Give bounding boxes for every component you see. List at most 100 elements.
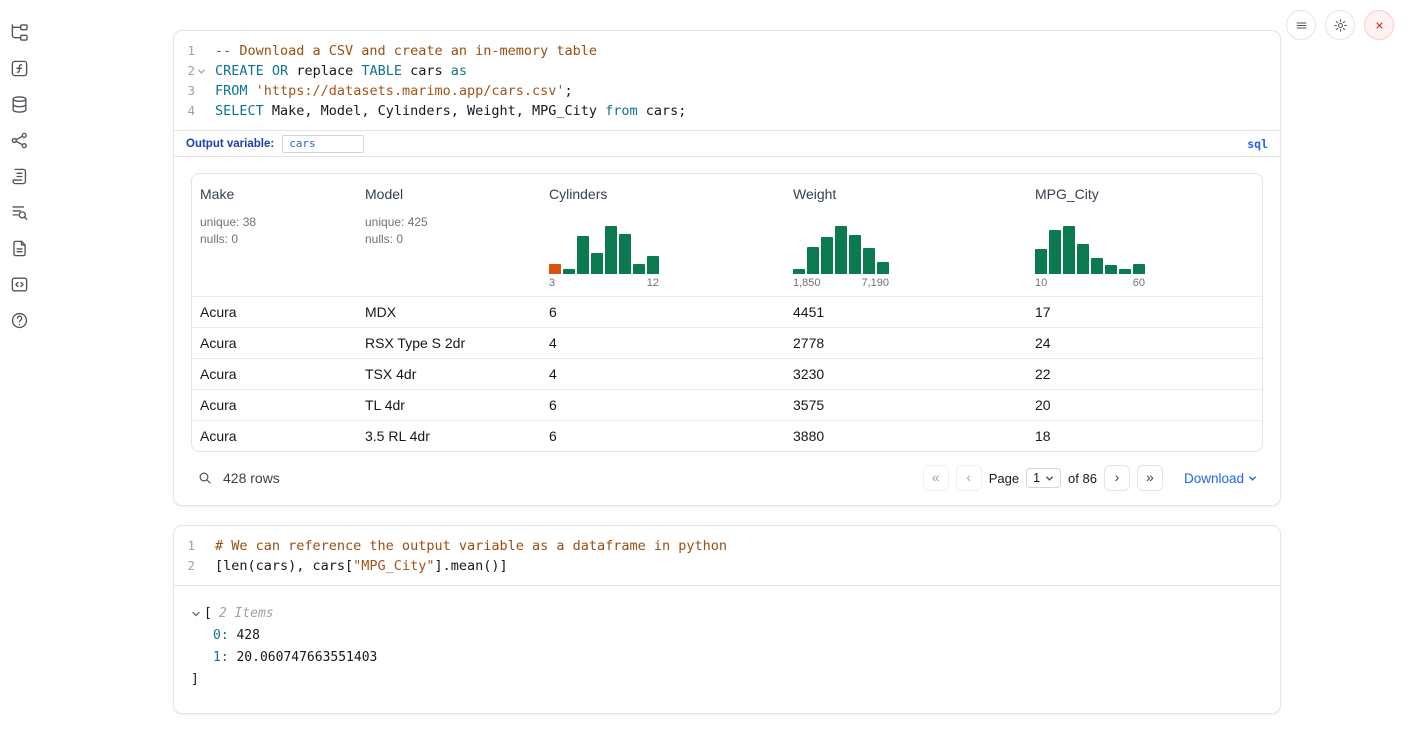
table-body: AcuraMDX6445117AcuraRSX Type S 2dr427782… <box>192 296 1262 451</box>
histogram-bar[interactable] <box>1133 264 1145 274</box>
menu-button[interactable] <box>1286 10 1316 40</box>
table-search-button[interactable] <box>197 470 213 486</box>
histogram-bar[interactable] <box>849 235 861 274</box>
column-summary: unique: 425nulls: 0 <box>365 214 533 248</box>
column-header[interactable]: Makeunique: 38nulls: 0 <box>192 174 357 296</box>
histogram-bar[interactable] <box>605 226 617 274</box>
histogram-bar[interactable] <box>863 248 875 274</box>
next-page-button[interactable]: › <box>1104 465 1130 491</box>
page-select[interactable]: 1 <box>1026 468 1061 488</box>
table-row[interactable]: AcuraTL 4dr6357520 <box>192 389 1262 420</box>
sql-code-editor[interactable]: 1-- Download a CSV and create an in-memo… <box>174 31 1280 130</box>
close-bracket: ] <box>191 669 1263 691</box>
table-row[interactable]: Acura3.5 RL 4dr6388018 <box>192 420 1262 451</box>
table-row[interactable]: AcuraTSX 4dr4323022 <box>192 358 1262 389</box>
sidebar-database-button[interactable] <box>8 92 32 116</box>
table-cell: 6 <box>541 390 785 420</box>
histogram-bar[interactable] <box>647 256 659 274</box>
code-token: CREATE <box>215 63 264 79</box>
code-token: TABLE <box>361 63 402 79</box>
sidebar-logs-search-button[interactable] <box>8 200 32 224</box>
column-label: Model <box>365 186 533 202</box>
column-header[interactable]: Cylinders 312 <box>541 174 785 296</box>
code-content: SELECT Make, Model, Cylinders, Weight, M… <box>208 101 686 121</box>
sidebar-help-button[interactable] <box>8 308 32 332</box>
column-label: Make <box>200 186 349 202</box>
code-content: CREATE OR replace TABLE cars as <box>208 61 467 81</box>
code-token: from <box>605 103 638 119</box>
histogram-bar[interactable] <box>807 247 819 274</box>
code-snippets-icon <box>10 275 29 294</box>
sidebar-dependency-graph-button[interactable] <box>8 128 32 152</box>
function-icon <box>10 59 29 78</box>
histogram-bar[interactable] <box>1077 244 1089 274</box>
histogram-bar[interactable] <box>633 264 645 274</box>
code-token <box>248 83 256 99</box>
histogram-bar[interactable] <box>577 236 589 274</box>
histogram-bar[interactable] <box>1105 265 1117 274</box>
code-token: SELECT <box>215 103 264 119</box>
line-number: 2 <box>174 556 195 576</box>
table-cell: 3.5 RL 4dr <box>357 421 541 451</box>
histogram-bar[interactable] <box>1063 226 1075 274</box>
sidebar-file-tree-button[interactable] <box>8 20 32 44</box>
code-token: ].mean()] <box>434 558 507 574</box>
column-label: Weight <box>793 186 1019 202</box>
code-token: OR <box>272 63 288 79</box>
sidebar-document-button[interactable] <box>8 236 32 260</box>
code-token: [len(cars), cars[ <box>215 558 353 574</box>
fold-toggle-icon[interactable] <box>195 61 208 81</box>
column-histogram: 1060 <box>1035 224 1145 289</box>
code-token: ; <box>565 83 573 99</box>
hamburger-icon <box>1294 18 1309 33</box>
output-variable-row: Output variable: sql <box>174 130 1280 157</box>
items-count-label: 2 Items <box>219 603 274 625</box>
column-header[interactable]: Model unique: 425nulls: 0 <box>357 174 541 296</box>
first-page-button[interactable]: « <box>923 465 949 491</box>
shutdown-button[interactable] <box>1364 10 1394 40</box>
axis-min-label: 10 <box>1035 277 1047 289</box>
histogram-bar[interactable] <box>835 226 847 274</box>
prev-page-button[interactable]: ‹ <box>956 465 982 491</box>
histogram-bar[interactable] <box>1035 249 1047 274</box>
column-histogram: 1,8507,190 <box>793 224 889 289</box>
python-cell: 1# We can reference the output variable … <box>173 525 1281 714</box>
code-token: 'https://datasets.marimo.app/cars.csv' <box>256 83 565 99</box>
settings-button[interactable] <box>1325 10 1355 40</box>
download-button[interactable]: Download <box>1184 471 1257 486</box>
code-line: 1# We can reference the output variable … <box>174 536 1280 556</box>
histogram-bar[interactable] <box>877 262 889 274</box>
sidebar-function-button[interactable] <box>8 56 32 80</box>
last-page-button[interactable]: » <box>1137 465 1163 491</box>
code-line: 2CREATE OR replace TABLE cars as <box>174 61 1280 81</box>
code-line: 1-- Download a CSV and create an in-memo… <box>174 41 1280 61</box>
histogram-bar[interactable] <box>549 264 561 274</box>
table-cell: 22 <box>1027 359 1262 389</box>
database-icon <box>10 95 29 114</box>
histogram-bar[interactable] <box>591 253 603 274</box>
code-content: -- Download a CSV and create an in-memor… <box>208 41 597 61</box>
histogram-bar[interactable] <box>563 269 575 274</box>
python-code-editor[interactable]: 1# We can reference the output variable … <box>174 526 1280 585</box>
histogram-bar[interactable] <box>1119 269 1131 274</box>
help-icon <box>10 311 29 330</box>
code-line: 2[len(cars), cars["MPG_City"].mean()] <box>174 556 1280 576</box>
output-variable-label: Output variable: <box>186 138 274 150</box>
code-token: FROM <box>215 83 248 99</box>
table-row[interactable]: AcuraRSX Type S 2dr4277824 <box>192 327 1262 358</box>
histogram-bar[interactable] <box>619 234 631 274</box>
output-variable-input[interactable] <box>282 135 364 153</box>
sidebar-scroll-button[interactable] <box>8 164 32 188</box>
histogram-bar[interactable] <box>1049 230 1061 274</box>
histogram-axis: 312 <box>549 277 659 289</box>
histogram-bar[interactable] <box>1091 258 1103 274</box>
sidebar-code-snippets-button[interactable] <box>8 272 32 296</box>
axis-max-label: 12 <box>647 277 659 289</box>
column-header[interactable]: MPG_City1060 <box>1027 174 1262 296</box>
column-label: Cylinders <box>549 186 777 202</box>
histogram-bar[interactable] <box>793 269 805 274</box>
column-header[interactable]: Weight 1,8507,190 <box>785 174 1027 296</box>
table-row[interactable]: AcuraMDX6445117 <box>192 296 1262 327</box>
histogram-bar[interactable] <box>821 237 833 274</box>
collapse-toggle-icon[interactable] <box>191 609 204 619</box>
